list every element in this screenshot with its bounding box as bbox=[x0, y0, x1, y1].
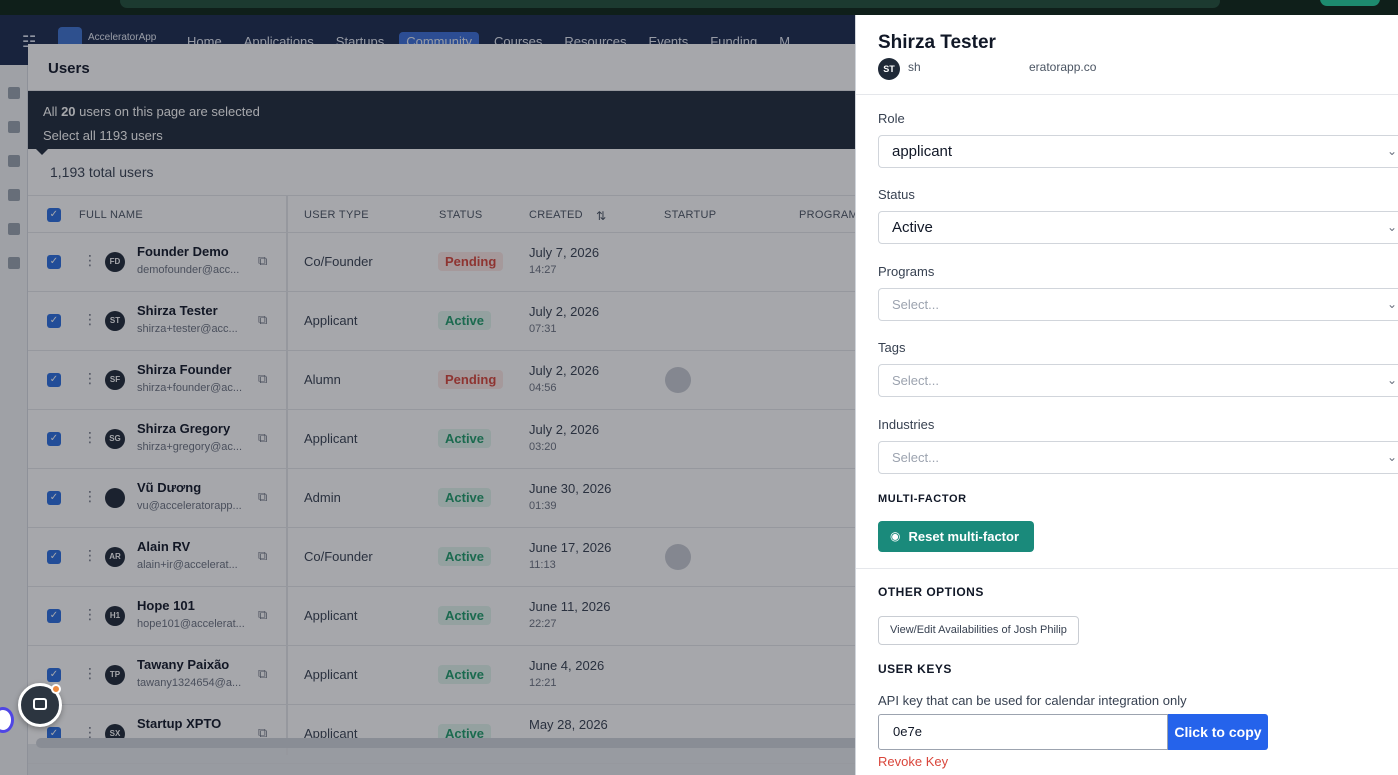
chevron-down-icon: ⌄ bbox=[1386, 297, 1397, 311]
chevron-down-icon: ⌄ bbox=[1386, 450, 1397, 464]
browser-top-strip bbox=[0, 0, 1398, 15]
backdrop-overlay[interactable] bbox=[0, 15, 855, 775]
avatar: ST bbox=[878, 58, 900, 80]
industries-select[interactable]: Select... ⌄ bbox=[878, 441, 1398, 474]
divider bbox=[856, 94, 1398, 95]
programs-select[interactable]: Select... ⌄ bbox=[878, 288, 1398, 321]
status-label: Status bbox=[878, 187, 915, 202]
tags-label: Tags bbox=[878, 340, 906, 355]
user-keys-heading: USER KEYS bbox=[878, 662, 952, 676]
reset-mfa-button[interactable]: ◉ Reset multi-factor bbox=[878, 521, 1035, 552]
chevron-down-icon: ⌄ bbox=[1386, 373, 1397, 387]
user-detail-drawer: Shirza Tester ST sh eratorapp.co Role ap… bbox=[855, 15, 1398, 775]
revoke-key-link[interactable]: Revoke Key bbox=[878, 754, 948, 769]
tags-select[interactable]: Select... ⌄ bbox=[878, 364, 1398, 397]
user-email-start: sh bbox=[908, 60, 921, 74]
drawer-user-name: Shirza Tester bbox=[878, 32, 996, 53]
chat-launcher[interactable] bbox=[18, 683, 62, 727]
programs-label: Programs bbox=[878, 264, 935, 279]
address-bar[interactable] bbox=[120, 0, 1220, 8]
edit-availabilities-button[interactable]: View/Edit Availabilities of Josh Philip bbox=[878, 616, 1079, 645]
role-label: Role bbox=[878, 111, 905, 126]
role-select[interactable]: applicant ⌄ bbox=[878, 135, 1398, 168]
status-select[interactable]: Active ⌄ bbox=[878, 211, 1398, 244]
copy-key-button[interactable]: Click to copy bbox=[1168, 714, 1268, 750]
other-options-heading: OTHER OPTIONS bbox=[878, 585, 984, 599]
chevron-down-icon: ⌄ bbox=[1386, 220, 1397, 234]
notification-badge bbox=[51, 684, 61, 694]
api-key-field[interactable]: 0e7e bbox=[878, 714, 1168, 750]
user-email-end: eratorapp.co bbox=[1029, 60, 1097, 74]
fingerprint-icon: ◉ bbox=[890, 529, 901, 543]
browser-action-button[interactable] bbox=[1320, 0, 1380, 6]
chat-icon bbox=[33, 698, 47, 710]
mfa-heading: MULTI-FACTOR bbox=[878, 493, 967, 505]
divider bbox=[856, 568, 1398, 569]
chevron-down-icon: ⌄ bbox=[1386, 144, 1397, 158]
api-key-label: API key that can be used for calendar in… bbox=[878, 693, 1187, 708]
industries-label: Industries bbox=[878, 417, 935, 432]
